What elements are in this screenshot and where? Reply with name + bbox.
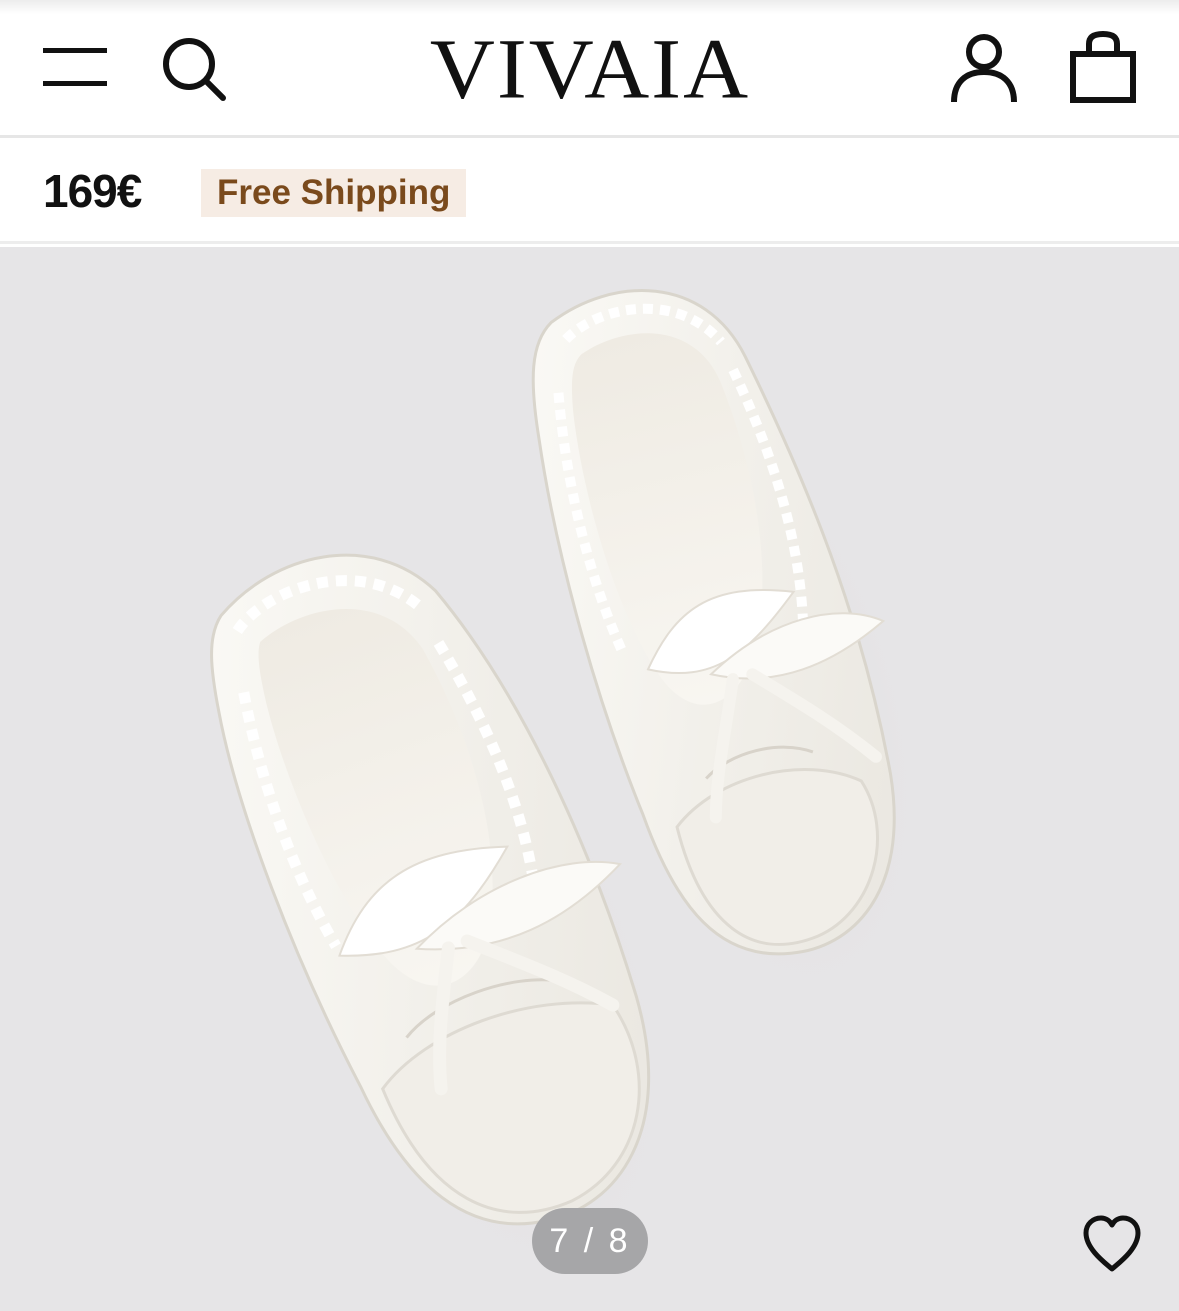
user-icon[interactable] bbox=[946, 30, 1022, 106]
product-image-gallery[interactable] bbox=[0, 247, 1179, 1311]
search-icon[interactable] bbox=[160, 34, 230, 104]
heart-icon[interactable] bbox=[1080, 1214, 1144, 1274]
product-image[interactable] bbox=[0, 247, 1179, 1311]
site-header: VIVAIA bbox=[0, 0, 1179, 138]
gallery-counter: 7 / 8 bbox=[532, 1208, 648, 1274]
product-price: 169€ bbox=[43, 165, 142, 217]
header-shadow bbox=[0, 0, 1179, 14]
hamburger-menu-icon[interactable] bbox=[40, 44, 110, 90]
price-bar: 169€ Free Shipping bbox=[0, 141, 1179, 244]
brand-logo[interactable]: VIVAIA bbox=[390, 24, 790, 115]
free-shipping-badge: Free Shipping bbox=[201, 169, 467, 217]
shopping-bag-icon[interactable] bbox=[1064, 30, 1140, 106]
